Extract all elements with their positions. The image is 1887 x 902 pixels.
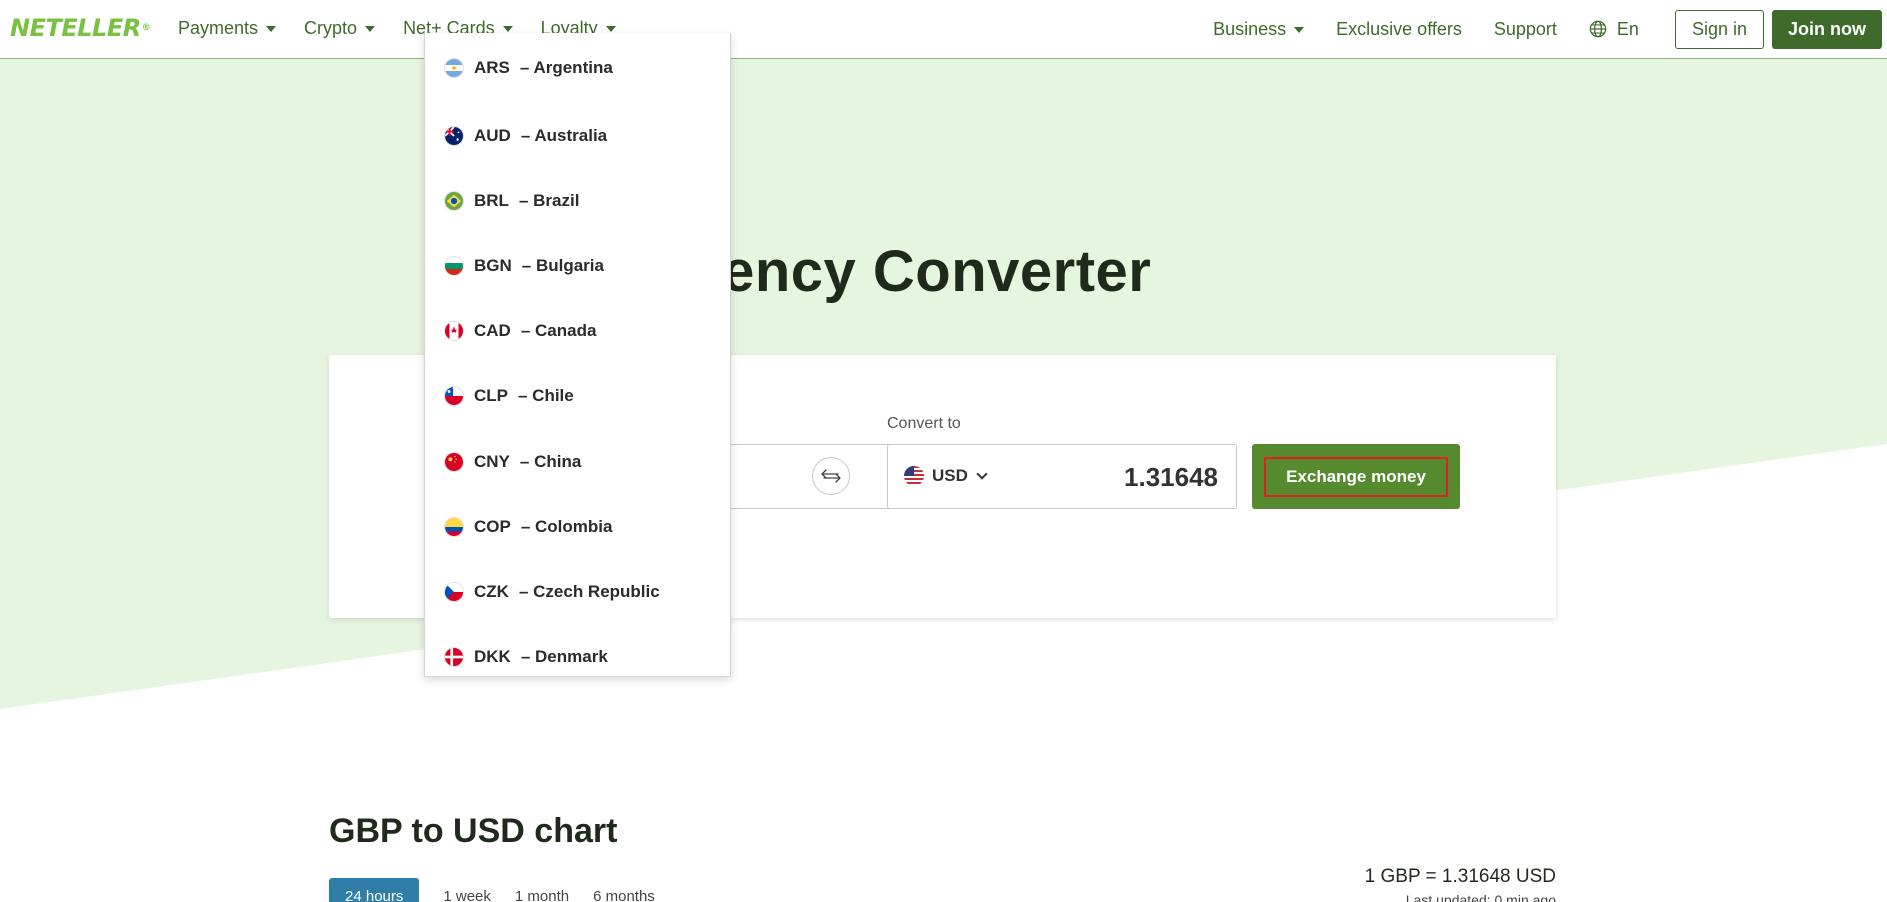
to-currency-selector[interactable]: USD [904,466,988,486]
current-rate: 1 GBP = 1.31648 USD [1364,866,1556,887]
currency-option-cop[interactable]: COP – Colombia [425,494,730,559]
tab-24-hours[interactable]: 24 hours [329,878,420,902]
caret-down-icon [605,26,616,32]
caret-down-icon [365,26,376,32]
currency-option-brl[interactable]: BRL – Brazil [425,168,730,233]
tab-1-week[interactable]: 1 week [443,878,491,902]
nav-business[interactable]: Business [1213,18,1305,40]
nav-crypto[interactable]: Crypto [304,17,376,39]
tab-6-months[interactable]: 6 months [593,878,655,902]
flag-colombia-icon [444,516,464,537]
convert-to-label: Convert to [887,415,961,432]
chart-period-tabs: 24 hours 1 week 1 month 6 months [329,878,655,902]
flag-brazil-icon [444,190,464,211]
flag-argentina-icon [444,58,464,78]
currency-option-cad[interactable]: CAD – Canada [425,299,730,364]
nav-support[interactable]: Support [1494,18,1557,40]
swap-currencies-button[interactable] [812,457,850,495]
currency-option-czk[interactable]: CZK – Czech Republic [425,559,730,624]
flag-bulgaria-icon [444,255,464,276]
convert-to-field[interactable]: USD 1.31648 [887,444,1237,509]
site-header: NETELLER® Payments Crypto Net+ Cards Loy… [0,0,1887,59]
caret-down-icon [502,26,513,32]
nav-payments[interactable]: Payments [178,17,277,39]
currency-option-clp[interactable]: CLP – Chile [425,364,730,429]
currency-option-cny[interactable]: CNY – China [425,429,730,494]
flag-denmark-icon [444,647,464,668]
flag-china-icon [444,451,464,472]
language-selector[interactable]: En [1589,19,1639,40]
currency-option-dkk[interactable]: DKK – Denmark [425,625,730,677]
secondary-nav: Business Exclusive offers Support En Sig… [1213,0,1887,58]
converted-value: 1.31648 [1124,462,1218,492]
tab-1-month[interactable]: 1 month [515,878,569,902]
last-updated: Last updated: 0 min ago [1405,892,1556,902]
join-now-button[interactable]: Join now [1772,9,1882,49]
flag-chile-icon [444,386,464,407]
flag-usa-icon [904,466,924,486]
flag-czech-icon [444,581,464,602]
globe-icon [1589,20,1607,38]
swap-arrows-icon [821,469,841,483]
chart-section-title: GBP to USD chart [329,812,618,850]
caret-down-icon [266,26,277,32]
chevron-down-icon [976,468,988,480]
flag-canada-icon [444,321,464,342]
currency-option-ars[interactable]: ARS – Argentina [425,33,730,103]
neteller-logo[interactable]: NETELLER® [10,14,151,42]
nav-exclusive-offers[interactable]: Exclusive offers [1336,18,1462,40]
currency-option-bgn[interactable]: BGN – Bulgaria [425,233,730,298]
exchange-money-button[interactable]: Exchange money [1252,444,1460,509]
currency-option-aud[interactable]: AUD – Australia [425,103,730,168]
caret-down-icon [1294,27,1305,33]
sign-in-button[interactable]: Sign in [1674,9,1764,49]
currency-dropdown[interactable]: ARS – Argentina AUD – Australia BRL – Br… [424,33,731,677]
flag-australia-icon [444,125,464,146]
